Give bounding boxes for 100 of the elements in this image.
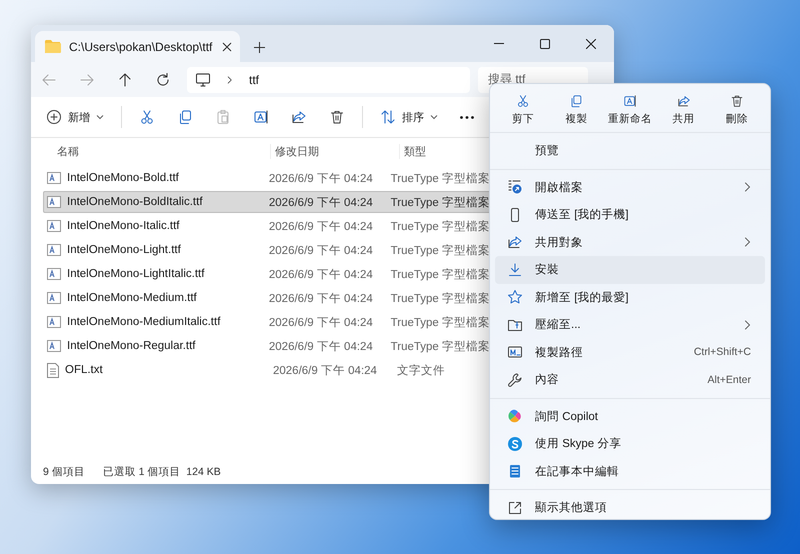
file-name: IntelOneMono-MediumItalic.ttf (67, 316, 220, 328)
font-file-icon (47, 340, 61, 352)
copy-button[interactable]: 複製 (550, 92, 604, 128)
tab-title: C:\Users\pokan\Desktop\ttf (69, 40, 214, 54)
path-icon (507, 344, 523, 360)
copy-icon (177, 109, 193, 125)
copilot-icon (507, 408, 523, 424)
new-button[interactable]: 新增 (37, 105, 113, 129)
file-row[interactable]: IntelOneMono-LightItalic.ttf 2026/6/9 下午 04:24 TrueType 字型檔案 (43, 263, 491, 285)
plus-icon (254, 42, 265, 53)
font-file-icon (47, 196, 61, 208)
modified-date: 2026/6/9 下午 04:24 (268, 268, 374, 282)
cut-button[interactable]: 剪下 (496, 92, 550, 128)
menu-item[interactable]: 使用 Skype 分享 (495, 430, 765, 458)
rename-icon (622, 94, 638, 108)
column-header[interactable]: 類型 (399, 144, 426, 158)
back-arrow-icon (41, 72, 57, 88)
menu-item[interactable]: 傳送至 [我的手機] (495, 201, 765, 228)
share-icon (676, 94, 692, 108)
new-tab-button[interactable] (254, 42, 265, 53)
menu-item[interactable]: 安裝 (495, 256, 765, 284)
menu-item[interactable]: 開啟檔案 (495, 174, 765, 201)
plus-icon (46, 109, 62, 125)
up-button[interactable] (117, 72, 133, 88)
sort-icon (380, 109, 396, 125)
file-row[interactable]: IntelOneMono-Bold.ttf 2026/6/9 下午 04:24 TrueType 字型檔案 (43, 167, 491, 189)
wrench-icon (507, 372, 523, 388)
column-header[interactable]: 修改日期 (270, 144, 399, 158)
file-type: TrueType 字型檔案 (390, 219, 490, 234)
menu-item[interactable]: 新增至 [我的最愛] (495, 284, 765, 311)
file-name: IntelOneMono-Bold.ttf (67, 172, 179, 184)
breadcrumb-item[interactable]: ttf (249, 72, 260, 86)
file-row[interactable]: IntelOneMono-Italic.ttf 2026/6/9 下午 04:24 TrueType 字型檔案 (43, 215, 491, 237)
download-icon (507, 262, 523, 278)
rename-icon (253, 109, 269, 125)
close-icon (586, 38, 596, 48)
menu-item[interactable]: 內容 Alt+Enter (495, 366, 765, 394)
caret-icon (96, 114, 104, 120)
file-type: 文字文件 (397, 363, 445, 378)
file-row[interactable]: IntelOneMono-BoldItalic.ttf 2026/6/9 下午 04:24 TrueType 字型檔案 (43, 191, 491, 213)
font-file-icon (47, 268, 61, 280)
modified-date: 2026/6/9 下午 04:24 (268, 244, 374, 258)
file-row[interactable]: OFL.txt 2026/6/9 下午 04:24 文字文件 (43, 359, 491, 381)
modified-date: 2026/6/9 下午 04:24 (268, 340, 374, 354)
folder-tab[interactable]: C:\Users\pokan\Desktop\ttf (35, 31, 240, 62)
file-row[interactable]: IntelOneMono-Light.ttf 2026/6/9 下午 04:24 TrueType 字型檔案 (43, 239, 491, 261)
caret-icon (430, 114, 438, 120)
menu-item[interactable]: 預覽 (495, 137, 765, 164)
refresh-button[interactable] (155, 72, 171, 88)
modified-date: 2026/6/9 下午 04:24 (268, 292, 374, 306)
file-type: TrueType 字型檔案 (390, 315, 490, 330)
modified-date: 2026/6/9 下午 04:24 (268, 196, 374, 210)
star-icon (507, 289, 523, 306)
font-file-icon (47, 244, 61, 256)
share-icon (291, 109, 307, 125)
delete-button[interactable]: 刪除 (710, 92, 764, 128)
font-file-icon (47, 172, 61, 184)
more-icon (460, 116, 474, 118)
menu-item[interactable]: 詢問 Copilot (495, 402, 765, 430)
open-with-icon (507, 179, 523, 196)
file-name: IntelOneMono-BoldItalic.ttf (67, 196, 203, 208)
font-file-icon (47, 292, 61, 304)
file-type: TrueType 字型檔案 (390, 291, 490, 306)
address-bar[interactable]: ttf (187, 66, 470, 92)
text-file-icon (47, 362, 59, 378)
maximize-icon (540, 38, 550, 48)
rename-button[interactable]: 重新命名 (603, 92, 657, 128)
file-row[interactable]: IntelOneMono-Regular.ttf 2026/6/9 下午 04:24 TrueType 字型檔案 (43, 335, 491, 357)
file-type: TrueType 字型檔案 (390, 267, 490, 282)
close-icon (222, 42, 232, 52)
font-file-icon (47, 316, 61, 328)
up-arrow-icon (117, 72, 133, 88)
shortcut-text: Alt+Enter (708, 374, 751, 386)
font-file-icon (47, 220, 61, 232)
menu-item[interactable]: 共用對象 (495, 228, 765, 256)
refresh-icon (155, 72, 171, 88)
menu-item[interactable]: 壓縮至... (495, 311, 765, 338)
trash-icon (329, 109, 345, 125)
modified-date: 2026/6/9 下午 04:24 (273, 364, 378, 378)
sort-button[interactable]: 排序 (371, 105, 447, 129)
scissors-icon (139, 109, 155, 125)
shortcut-text: Ctrl+Shift+C (694, 346, 751, 358)
modified-date: 2026/6/9 下午 04:24 (268, 220, 374, 234)
file-name: IntelOneMono-LightItalic.ttf (67, 268, 204, 280)
notepad-icon (507, 463, 523, 480)
menu-item[interactable]: 複製路徑 Ctrl+Shift+C (495, 338, 765, 366)
file-row[interactable]: IntelOneMono-Medium.ttf 2026/6/9 下午 04:24 TrueType 字型檔案 (43, 287, 491, 309)
share-icon (507, 234, 523, 250)
modified-date: 2026/6/9 下午 04:24 (268, 172, 374, 186)
file-name: IntelOneMono-Light.ttf (67, 244, 181, 256)
file-row[interactable]: IntelOneMono-MediumItalic.ttf 2026/6/9 下午 04:24 TrueType 字型檔案 (43, 311, 491, 333)
close-tab-button[interactable] (222, 42, 232, 52)
column-header[interactable]: 名稱 (57, 144, 270, 158)
expand-icon (507, 500, 523, 516)
menu-item[interactable]: 在記事本中編輯 (495, 458, 765, 485)
menu-item[interactable]: 顯示其他選項 (495, 494, 765, 519)
selection-info: 已選取 1 個項目 124 KB (102, 465, 221, 479)
file-name: IntelOneMono-Regular.ttf (67, 340, 196, 352)
share-button[interactable]: 共用 (656, 92, 710, 128)
file-type: TrueType 字型檔案 (390, 171, 490, 186)
